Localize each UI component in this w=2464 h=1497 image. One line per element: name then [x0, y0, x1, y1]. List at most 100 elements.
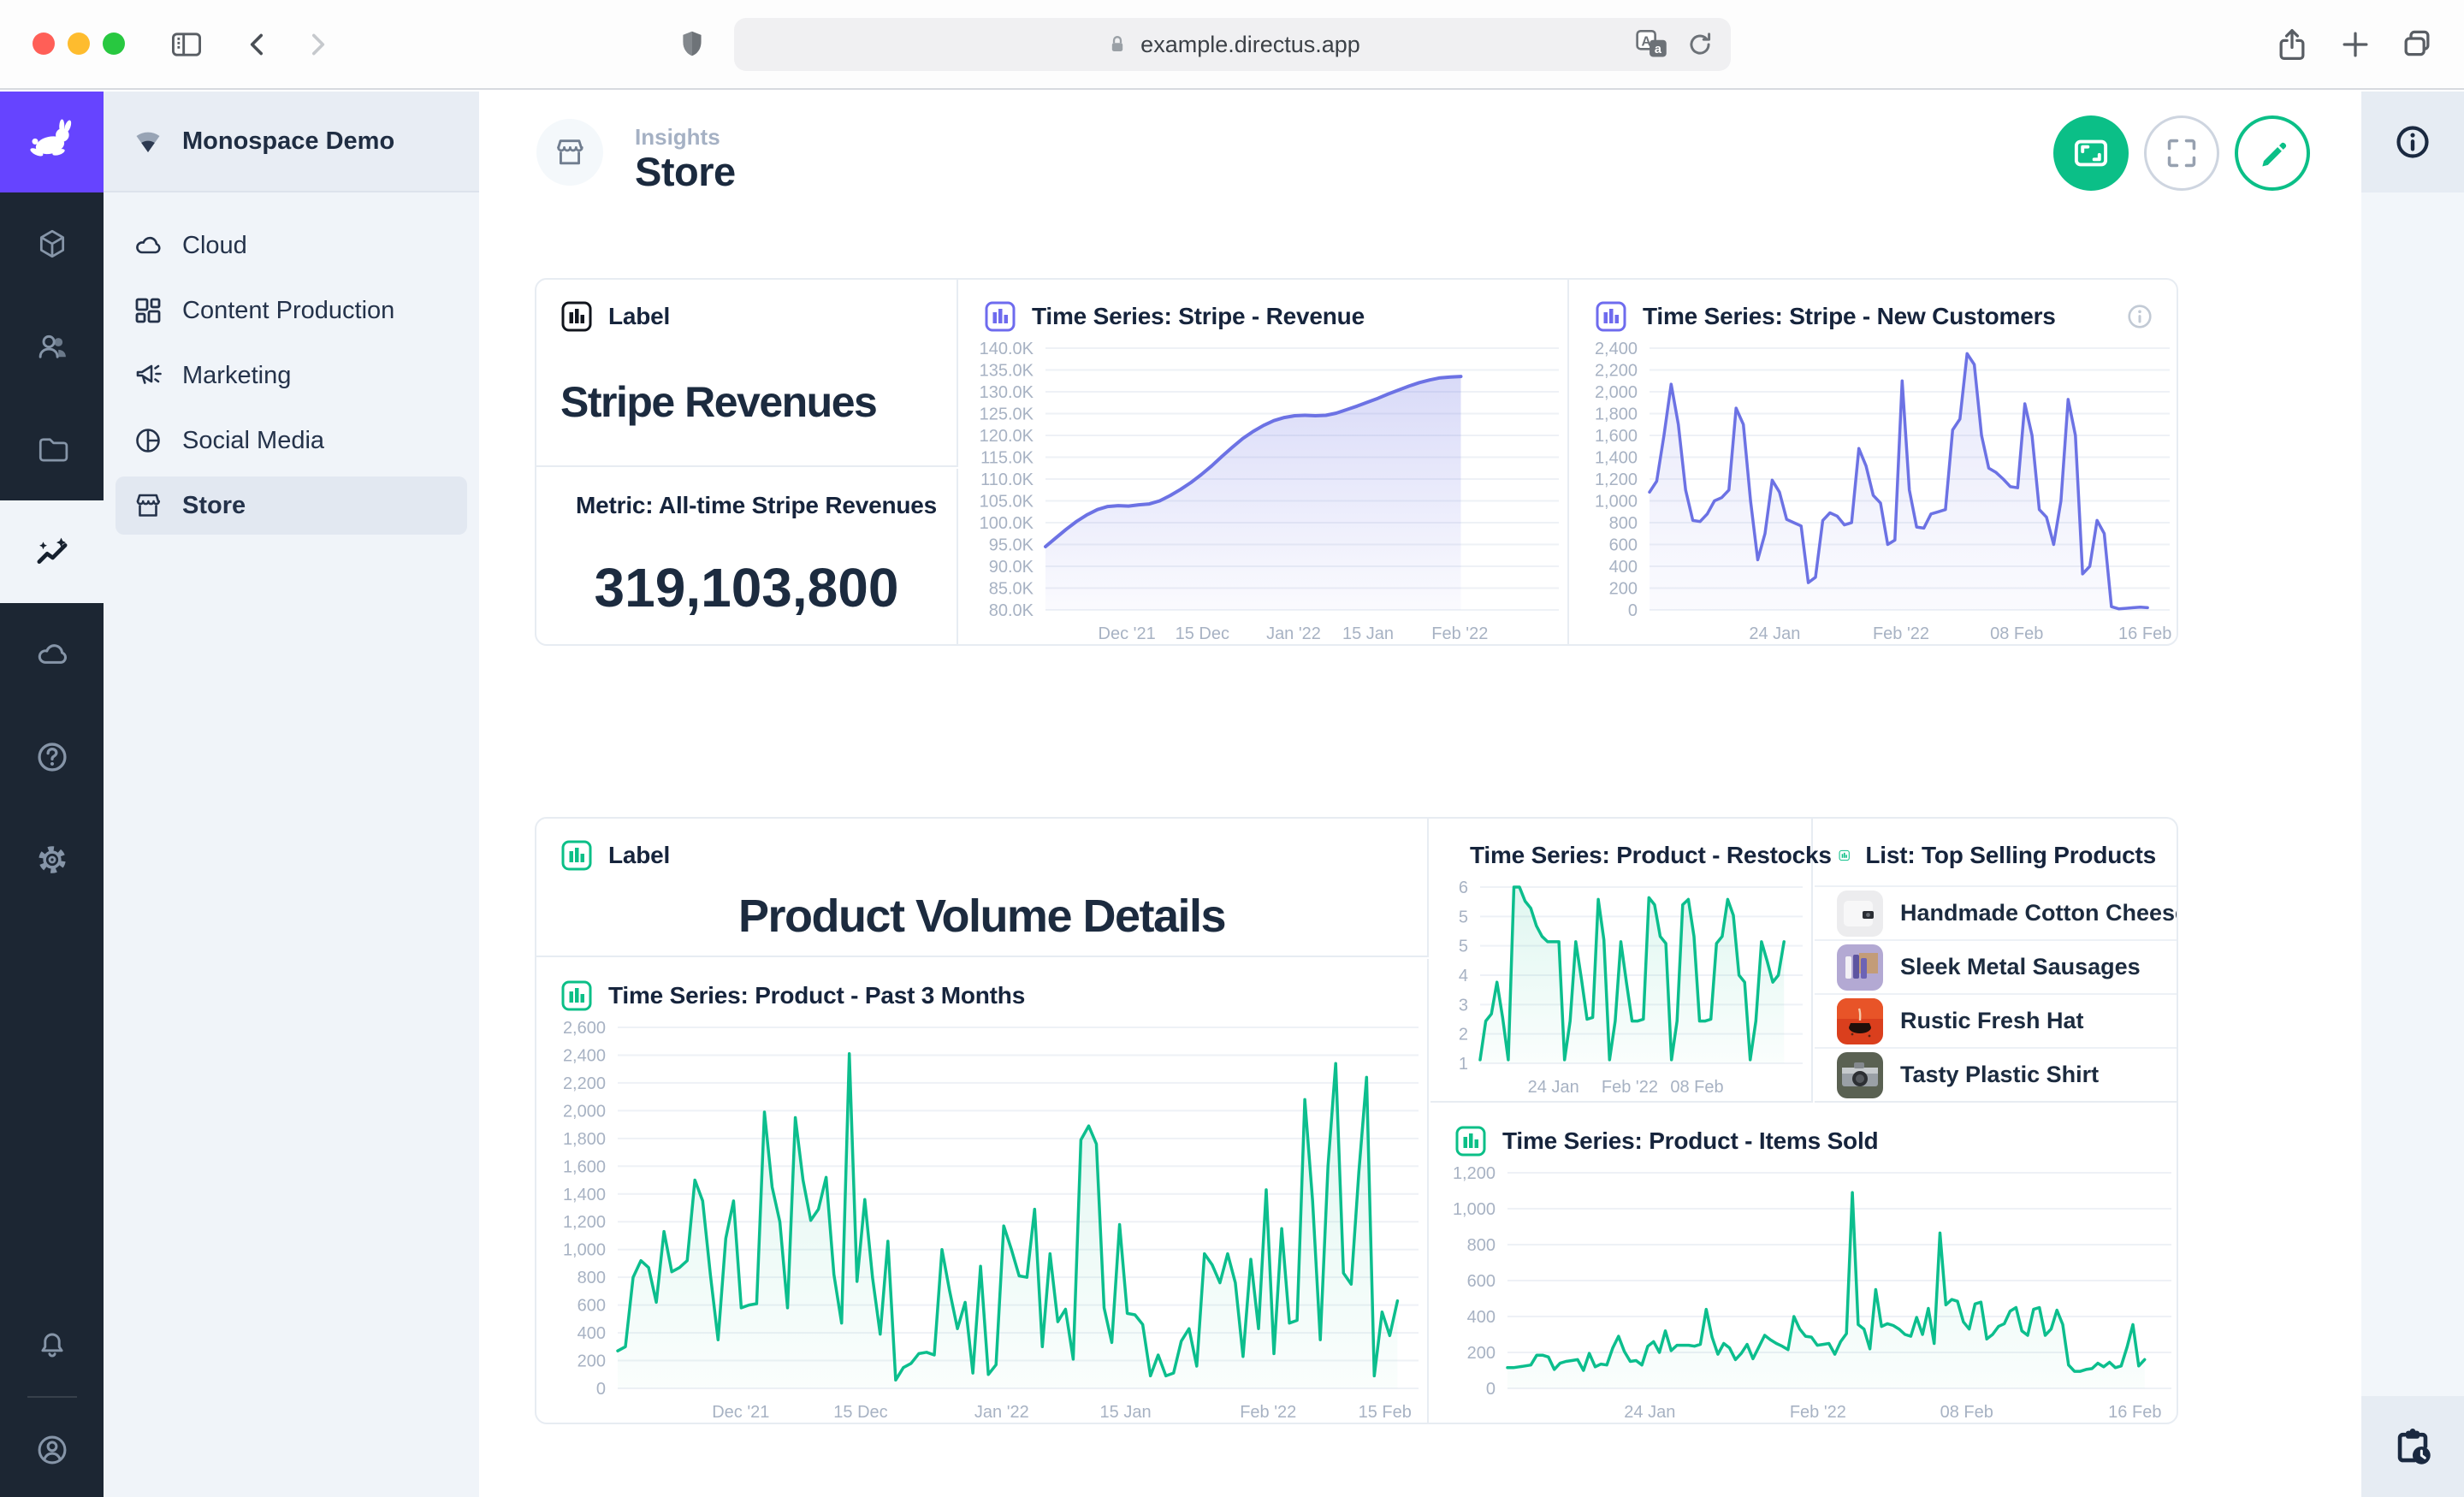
user-menu-button[interactable] — [34, 1403, 70, 1497]
activity-sidebar-button[interactable] — [2361, 1396, 2464, 1497]
svg-text:3: 3 — [1459, 996, 1468, 1015]
timeseries-panel-icon — [1595, 300, 1627, 333]
svg-text:110.0K: 110.0K — [980, 470, 1034, 489]
timeseries-panel-icon — [560, 979, 593, 1012]
list-item[interactable]: Tasty Plastic Shirt — [1815, 1047, 2178, 1101]
product-name: Rustic Fresh Hat — [1900, 1008, 2084, 1034]
folder-icon — [36, 433, 68, 465]
product-thumbnail — [1837, 1052, 1883, 1098]
nav-item-content-production[interactable]: Content Production — [104, 278, 479, 343]
info-icon[interactable] — [2125, 302, 2154, 331]
svg-text:2,000: 2,000 — [1595, 383, 1638, 402]
cloud-icon — [133, 230, 163, 261]
url-bar[interactable]: example.directus.app Aa — [734, 18, 1731, 71]
timeseries-panel-icon — [1454, 1125, 1487, 1157]
panel-chart-restocks[interactable]: Time Series: Product - Restocks 65543212… — [1430, 819, 1813, 1103]
tabs-overview-icon[interactable] — [2399, 27, 2435, 62]
present-mode-button[interactable] — [2053, 115, 2129, 191]
grid-icon — [133, 295, 163, 326]
panel-title: Time Series: Product - Items Sold — [1502, 1127, 1878, 1155]
svg-text:600: 600 — [578, 1297, 606, 1316]
panel-metric-revenues[interactable]: Metric: All-time Stripe Revenues 319,103… — [536, 469, 958, 646]
share-icon[interactable] — [2274, 27, 2310, 62]
fullscreen-button[interactable] — [2144, 115, 2219, 191]
notifications-button[interactable] — [35, 1297, 69, 1391]
module-cloud[interactable] — [0, 603, 104, 706]
minimize-window-button[interactable] — [68, 33, 90, 55]
zoom-window-button[interactable] — [103, 33, 125, 55]
panel-title: Time Series: Product - Restocks — [1470, 842, 1832, 869]
module-help[interactable] — [0, 706, 104, 808]
reload-icon[interactable] — [1685, 29, 1715, 60]
svg-text:16 Feb: 16 Feb — [2118, 624, 2171, 643]
nav-item-label: Cloud — [182, 232, 247, 260]
nav-item-social-media[interactable]: Social Media — [104, 408, 479, 473]
svg-text:100.0K: 100.0K — [980, 514, 1034, 533]
svg-text:08 Feb: 08 Feb — [1940, 1403, 1993, 1422]
sidebar-toggle-icon[interactable] — [169, 27, 204, 62]
forward-icon[interactable] — [301, 28, 334, 61]
breadcrumb[interactable]: Insights — [635, 124, 720, 151]
panel-chart-revenue[interactable]: Time Series: Stripe - Revenue 140.0K135.… — [960, 280, 1569, 646]
panel-list-top-selling[interactable]: List: Top Selling Products Handmade Cott… — [1815, 819, 2178, 1103]
info-icon — [2394, 123, 2431, 161]
product-name: Handmade Cotton Cheese — [1900, 900, 2178, 926]
svg-text:16 Feb: 16 Feb — [2108, 1403, 2161, 1422]
panel-chart-past-3-months[interactable]: Time Series: Product - Past 3 Months 2,6… — [536, 959, 1429, 1424]
panel-label-stripe[interactable]: Label Stripe Revenues — [536, 280, 958, 467]
module-users[interactable] — [0, 295, 104, 398]
svg-text:Feb '22: Feb '22 — [1790, 1403, 1846, 1422]
close-window-button[interactable] — [33, 33, 55, 55]
svg-text:130.0K: 130.0K — [980, 383, 1034, 402]
page-title: Store — [635, 148, 736, 195]
svg-text:2: 2 — [1459, 1026, 1468, 1044]
top-selling-list: Handmade Cotton Cheese Sleek Metal Sausa… — [1815, 885, 2178, 1101]
label-panel-icon — [560, 300, 593, 333]
list-item[interactable]: Rustic Fresh Hat — [1815, 993, 2178, 1047]
list-item[interactable]: Sleek Metal Sausages — [1815, 939, 2178, 993]
traffic-lights[interactable] — [33, 33, 125, 55]
nav-item-cloud[interactable]: Cloud — [104, 213, 479, 278]
translate-icon[interactable]: Aa — [1635, 27, 1671, 62]
metric-value: 319,103,800 — [595, 556, 899, 619]
shield-icon[interactable] — [676, 28, 708, 61]
module-bar — [0, 92, 104, 1497]
label-panel-icon — [560, 839, 593, 872]
svg-text:0: 0 — [596, 1380, 606, 1399]
module-settings[interactable] — [0, 808, 104, 911]
svg-text:800: 800 — [1609, 514, 1638, 533]
module-files[interactable] — [0, 398, 104, 500]
svg-text:1,400: 1,400 — [563, 1186, 606, 1204]
nav-item-marketing[interactable]: Marketing — [104, 343, 479, 408]
insights-sparkline-icon — [34, 534, 70, 570]
module-insights[interactable] — [0, 500, 104, 603]
directus-logo[interactable] — [0, 92, 104, 192]
main-content: Insights Store — [479, 92, 2361, 1497]
svg-text:85.0K: 85.0K — [989, 580, 1034, 599]
back-icon[interactable] — [241, 28, 274, 61]
panel-label-product-volume[interactable]: Label Product Volume Details — [536, 819, 1429, 957]
chart-product-items-sold: 1,2001,000800600400200024 JanFeb '2208 F… — [1430, 1163, 2178, 1424]
panel-chart-new-customers[interactable]: Time Series: Stripe - New Customers 2,40… — [1571, 280, 2178, 646]
svg-text:1: 1 — [1459, 1055, 1468, 1074]
svg-text:2,600: 2,600 — [563, 1019, 606, 1038]
module-content[interactable] — [0, 192, 104, 295]
new-tab-icon[interactable] — [2337, 27, 2373, 62]
svg-text:Dec '21: Dec '21 — [1099, 624, 1156, 643]
svg-text:Dec '21: Dec '21 — [712, 1403, 769, 1422]
edit-dashboard-button[interactable] — [2235, 115, 2310, 191]
rabbit-logo-icon — [24, 116, 80, 168]
chart-product-past-3-months: 2,6002,4002,2002,0001,8001,6001,4001,200… — [536, 1017, 1427, 1424]
svg-text:105.0K: 105.0K — [980, 493, 1034, 512]
panel-chart-items-sold[interactable]: Time Series: Product - Items Sold 1,2001… — [1430, 1104, 2178, 1424]
nav-item-label: Social Media — [182, 427, 324, 455]
list-item[interactable]: Handmade Cotton Cheese — [1815, 885, 2178, 939]
info-sidebar-button[interactable] — [2361, 92, 2464, 192]
svg-text:1,000: 1,000 — [563, 1241, 606, 1260]
svg-text:08 Feb: 08 Feb — [1990, 624, 2043, 643]
workspace-signal-icon — [133, 126, 163, 157]
workspace-header[interactable]: Monospace Demo — [104, 92, 479, 192]
svg-text:400: 400 — [1467, 1308, 1496, 1327]
nav-item-store[interactable]: Store — [116, 476, 467, 535]
svg-text:95.0K: 95.0K — [989, 536, 1034, 555]
